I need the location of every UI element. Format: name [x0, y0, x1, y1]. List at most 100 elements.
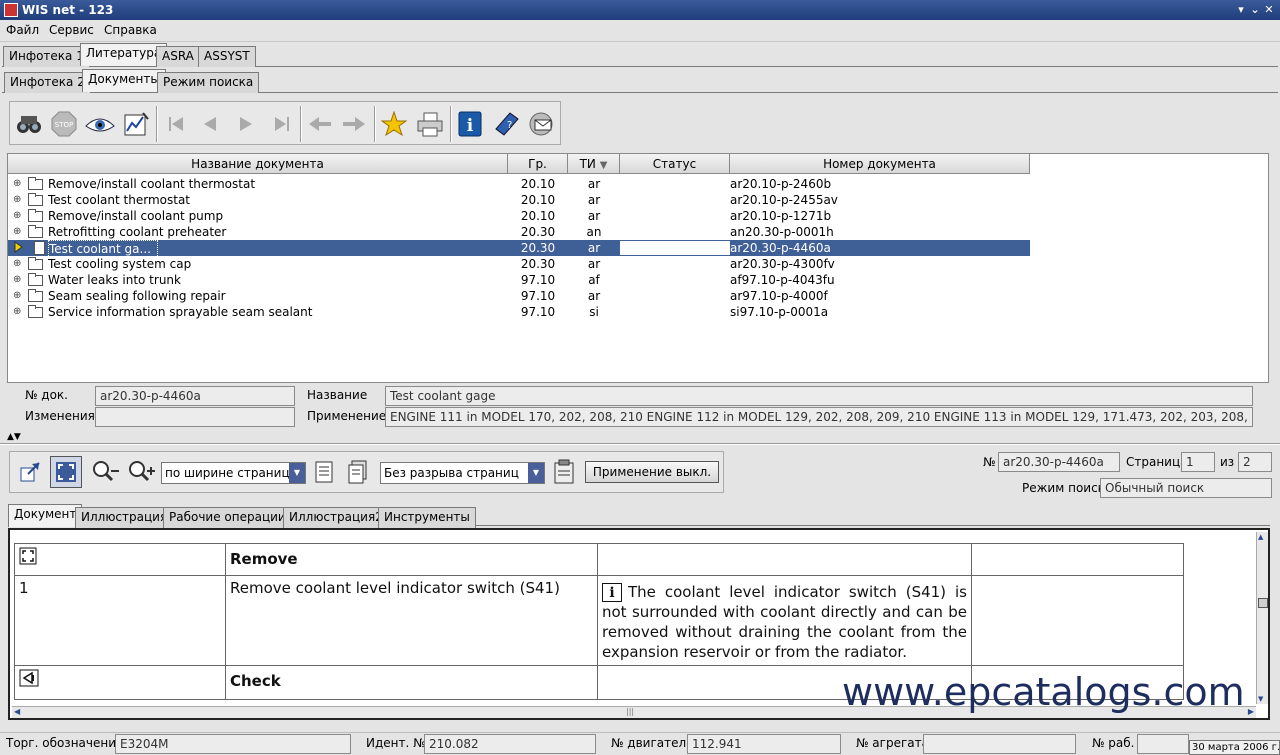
back-arrow-icon[interactable] [304, 108, 336, 140]
clipboard-icon[interactable] [548, 456, 580, 488]
zoom-mode-select[interactable]: по ширине страницы ▼ [161, 462, 306, 484]
maximize-icon[interactable]: ⌄ [1248, 2, 1262, 17]
expand-node-icon[interactable]: ⊕ [13, 176, 25, 192]
expand-node-icon[interactable]: ⊕ [13, 272, 25, 288]
scroll-left-icon[interactable]: ◀ [14, 707, 20, 716]
first-page-icon[interactable] [160, 108, 192, 140]
scroll-right-icon[interactable]: ▶ [1248, 707, 1254, 716]
expand-node-icon[interactable]: ⊕ [13, 224, 25, 240]
minimize-icon[interactable]: ▾ [1234, 2, 1248, 17]
unit-field[interactable] [923, 734, 1076, 754]
doc-no-field[interactable]: ar20.30-p-4460a [95, 386, 295, 406]
viewer-doc-no-field[interactable]: ar20.30-p-4460a [998, 452, 1120, 472]
watermark: www.epcatalogs.com [842, 670, 1245, 714]
table-row[interactable]: ⊕ Seam sealing following repair 97.10 ar ar9… [8, 288, 1030, 304]
expand-node-icon[interactable]: ⊕ [13, 288, 25, 304]
zoom-out-icon[interactable] [90, 456, 122, 488]
cell-group: 20.30 [520, 241, 556, 255]
table-row[interactable]: Test coolant ga... 20.30 ar ar20.30-p-4460a [8, 240, 1030, 258]
search-mode-field[interactable]: Обычный поиск [1100, 478, 1272, 498]
tab-search-mode[interactable]: Режим поиска [157, 72, 260, 93]
help-book-icon[interactable]: ? [490, 108, 522, 140]
page-view-icon[interactable] [308, 456, 340, 488]
expand-node-icon[interactable]: ⊕ [13, 192, 25, 208]
changes-field[interactable] [95, 407, 295, 427]
current-item-arrow-icon[interactable] [13, 240, 25, 256]
engine-field[interactable]: 112.941 [687, 734, 841, 754]
table-row[interactable]: ⊕ Service information sprayable seam seal… [8, 304, 1030, 320]
col-header-group[interactable]: Гр. [508, 154, 568, 174]
scroll-down-icon[interactable]: ▼ [1258, 694, 1268, 704]
cell-number: ar97.10-p-4000f [730, 289, 828, 303]
col-header-status[interactable]: Статус [620, 154, 730, 174]
col-header-name[interactable]: Название документа [8, 154, 508, 174]
tab-infoteka-2[interactable]: Инфотека 2 [4, 72, 91, 93]
vertical-scrollbar[interactable]: ▲ ▼ [1256, 532, 1268, 704]
expand-node-icon[interactable]: ⊕ [13, 304, 25, 320]
chart-icon[interactable] [120, 108, 152, 140]
usage-field[interactable]: ENGINE 111 in MODEL 170, 202, 208, 210 E… [385, 407, 1253, 427]
usage-label: Применение [307, 409, 387, 423]
work-field[interactable] [1137, 734, 1189, 754]
zoom-in-icon[interactable] [126, 456, 158, 488]
fullscreen-icon[interactable] [50, 456, 82, 488]
table-row[interactable]: ⊕ Retrofitting coolant preheater 20.30 an an… [8, 224, 1030, 240]
scroll-up-icon[interactable]: ▲ [1258, 532, 1268, 542]
expand-node-icon[interactable]: ⊕ [13, 208, 25, 224]
table-row[interactable]: ⊕ Test cooling system cap 20.30 ar ar20.30-p… [8, 256, 1030, 272]
tab-literature[interactable]: Литература [80, 43, 168, 66]
stop-icon[interactable]: STOP [48, 108, 80, 140]
star-icon[interactable] [378, 108, 410, 140]
tab-documents[interactable]: Документы [82, 69, 166, 92]
name-field[interactable]: Test coolant gage [385, 386, 1253, 406]
viewer-toolbar: по ширине страницы ▼ Без разрыва страниц ▼… [9, 451, 724, 493]
ident-field[interactable]: 210.082 [424, 734, 596, 754]
cell-group: 20.30 [520, 257, 556, 271]
tab-tools[interactable]: Инструменты [378, 507, 476, 528]
expand-icon[interactable] [19, 547, 37, 565]
table-row[interactable]: ⊕ Remove/install coolant thermostat 20.10 a… [8, 176, 1030, 192]
table-row[interactable]: ⊕ Test coolant thermostat 20.10 ar ar20.10-p… [8, 192, 1030, 208]
engine-label: № двигателя [611, 736, 694, 750]
tab-assyst[interactable]: ASSYST [198, 46, 256, 67]
tab-asra[interactable]: ASRA [156, 46, 200, 67]
expand-node-icon[interactable]: ⊕ [13, 256, 25, 272]
scroll-thumb[interactable] [1258, 598, 1268, 608]
scroll-grip[interactable]: ||| [626, 707, 634, 716]
cell-number: ar20.30-p-4300fv [730, 257, 835, 271]
splitter-arrows[interactable]: ▲▼ [7, 433, 37, 443]
table-row[interactable]: ⊕ Water leaks into trunk 97.10 af af97.10-p-… [8, 272, 1030, 288]
trade-label: Торг. обозначение [6, 736, 124, 750]
tab-document[interactable]: Документ [8, 504, 83, 527]
menu-help[interactable]: Справка [104, 23, 157, 37]
prev-page-icon[interactable] [194, 108, 226, 140]
page-field[interactable]: 1 [1181, 452, 1215, 472]
close-icon[interactable]: ✕ [1262, 2, 1276, 17]
eye-icon[interactable] [84, 108, 116, 140]
col-header-number[interactable]: Номер документа [730, 154, 1030, 174]
info-icon[interactable]: i [454, 108, 486, 140]
tab-infoteka-1[interactable]: Инфотека 1 [3, 46, 90, 67]
col-header-ti[interactable]: ТИ ▼ [568, 154, 620, 174]
splitter[interactable] [0, 443, 1280, 445]
mail-icon[interactable] [526, 108, 558, 140]
next-page-icon[interactable] [230, 108, 262, 140]
menu-service[interactable]: Сервис [49, 23, 94, 37]
cell-number: af97.10-p-4043fu [730, 273, 835, 287]
trade-field[interactable]: E3204M [115, 734, 351, 754]
tab-work-operations[interactable]: Рабочие операции [163, 507, 292, 528]
cell-ti: ar [587, 257, 601, 271]
binoculars-icon[interactable] [13, 108, 45, 140]
tab-illustration[interactable]: Иллюстрация [75, 507, 174, 528]
page-mode-select[interactable]: Без разрыва страниц ▼ [380, 462, 545, 484]
forward-arrow-icon[interactable] [338, 108, 370, 140]
pages-field[interactable]: 2 [1238, 452, 1272, 472]
tab-illustration2[interactable]: Иллюстрация2 [283, 507, 389, 528]
printer-icon[interactable] [414, 108, 446, 140]
fit-arrow-icon[interactable] [14, 456, 46, 488]
multi-page-icon[interactable] [342, 456, 374, 488]
apply-off-button[interactable]: Применение выкл. [585, 461, 719, 483]
menu-file[interactable]: Файл [6, 23, 39, 37]
table-row[interactable]: ⊕ Remove/install coolant pump 20.10 ar ar20.… [8, 208, 1030, 224]
last-page-icon[interactable] [266, 108, 298, 140]
